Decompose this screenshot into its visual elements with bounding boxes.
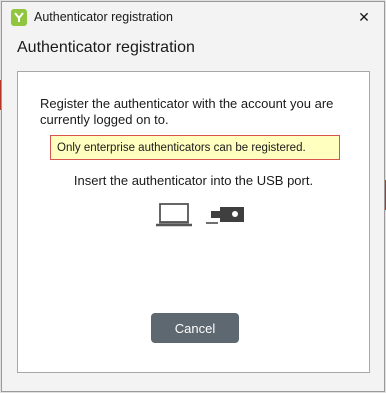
registration-message: Register the authenticator with the acco… xyxy=(40,96,334,127)
usb-key-icon xyxy=(206,206,246,231)
usb-instruction: Insert the authenticator into the USB po… xyxy=(73,173,314,188)
cancel-button[interactable]: Cancel xyxy=(151,313,239,343)
close-button[interactable]: ✕ xyxy=(350,4,378,30)
dialog-window: Authenticator registration ✕ Authenticat… xyxy=(1,1,385,392)
app-icon xyxy=(11,9,27,26)
enterprise-notice: Only enterprise authenticators can be re… xyxy=(50,135,340,160)
close-icon: ✕ xyxy=(358,8,370,25)
window-title: Authenticator registration xyxy=(34,10,173,24)
content-panel: Register the authenticator with the acco… xyxy=(17,71,370,373)
laptop-icon xyxy=(155,203,193,232)
title-bar: Authenticator registration ✕ xyxy=(2,2,384,32)
dialog-heading: Authenticator registration xyxy=(17,39,195,56)
